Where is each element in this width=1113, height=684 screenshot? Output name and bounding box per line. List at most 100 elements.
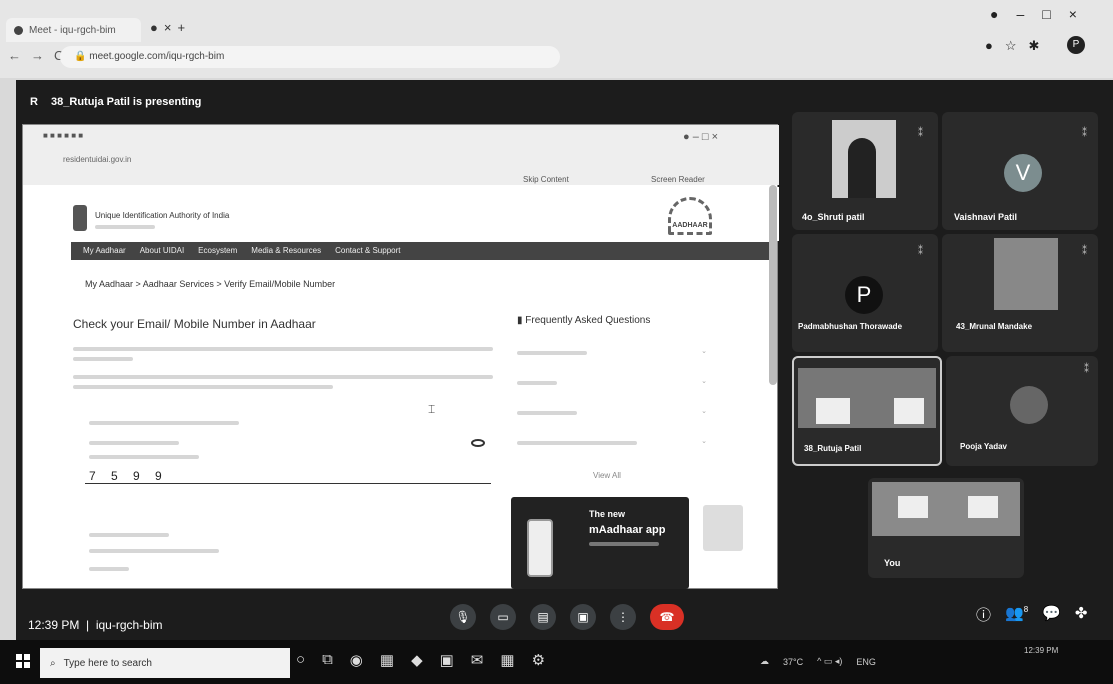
system-tray: ☁ 37°C ^ ▭ ◂) ENG	[760, 656, 876, 667]
profile-avatar[interactable]: P	[1067, 36, 1085, 54]
shared-screen: ■ ■ ■ ■ ■ ■ ● – □ × residentuidai.gov.in…	[22, 124, 779, 589]
field-label	[89, 549, 219, 553]
participant-tile[interactable]: ⁑ Pooja Yadav	[946, 356, 1098, 466]
tray-icons[interactable]: ^ ▭ ◂)	[817, 656, 842, 667]
nav-my-aadhaar: My Aadhaar	[83, 246, 126, 255]
taskbar-search[interactable]: ⌕ Type here to search	[40, 648, 290, 678]
captions-icon[interactable]: ▤	[530, 604, 556, 630]
promo-sub	[589, 542, 659, 546]
participant-tile-active[interactable]: 38_Rutuja Patil	[792, 356, 942, 466]
participant-avatar: P	[845, 276, 883, 314]
text-line	[73, 385, 333, 389]
text-line	[73, 357, 133, 361]
participant-tile[interactable]: ⁑ 43_Mrunal Mandake	[942, 234, 1098, 352]
participant-avatar	[1010, 386, 1048, 424]
page-title: Check your Email/ Mobile Number in Aadha…	[73, 317, 316, 331]
mic-icon[interactable]: 🎙	[450, 604, 476, 630]
inner-link-skip: Skip Content	[523, 175, 569, 184]
mic-muted-icon: ⁑	[918, 128, 923, 139]
participant-tile[interactable]: V ⁑ Vaishnavi Patil	[942, 112, 1098, 230]
eye-icon	[471, 439, 485, 447]
input-underline	[85, 483, 491, 484]
phone-icon	[527, 519, 553, 577]
self-view-tile[interactable]: You	[868, 478, 1024, 578]
present-icon[interactable]: ▣	[570, 604, 596, 630]
window-light	[898, 496, 928, 518]
nav-about: About UIDAI	[139, 246, 185, 255]
cursor-icon: ⌶	[428, 402, 436, 416]
nav-ecosystem: Ecosystem	[198, 246, 238, 255]
azadi-logo	[703, 505, 743, 551]
weather-temp: 37°C	[783, 656, 804, 667]
taskbar-clock[interactable]: 12:39 PM	[1024, 646, 1058, 656]
promo-line2: mAadhaar app	[589, 524, 666, 536]
participant-name: Pooja Yadav	[960, 442, 1007, 451]
window-controls[interactable]: ●–□×	[990, 6, 1095, 22]
presenting-banner: R 38_Rutuja Patil is presenting	[30, 96, 201, 108]
browser-tab[interactable]: Meet - iqu-rgch-bim	[6, 18, 141, 42]
tab-title: Meet - iqu-rgch-bim	[29, 24, 116, 36]
search-placeholder: Type here to search	[63, 657, 152, 669]
text-line	[73, 347, 493, 351]
people-icon[interactable]: 👥8	[1005, 604, 1028, 625]
task-view-icon[interactable]: ⧉	[322, 651, 333, 669]
weather-icon: ☁	[760, 656, 769, 666]
inner-scrollbar	[769, 185, 777, 385]
presenter-initial: R	[30, 96, 38, 108]
faq-item: ⌄	[517, 347, 707, 359]
promo-line1: The new	[589, 509, 626, 519]
breadcrumb: My Aadhaar > Aadhaar Services > Verify E…	[85, 279, 336, 289]
cortana-icon[interactable]: ○	[296, 651, 305, 669]
participant-tile[interactable]: P ⁑ Padmabhushan Thorawade	[792, 234, 938, 352]
app-icon[interactable]: ◆	[411, 651, 423, 669]
settings-icon[interactable]: ⚙	[532, 651, 545, 669]
mic-muted-icon: ⁑	[918, 246, 923, 257]
field-label	[89, 567, 129, 571]
chrome-icon[interactable]: ◉	[350, 651, 363, 669]
faq-item: ⌄	[517, 407, 707, 419]
field-hint	[89, 455, 199, 459]
url-text: meet.google.com/iqu-rgch-bim	[89, 51, 225, 62]
meet-favicon-icon	[14, 25, 23, 35]
participant-name: Vaishnavi Patil	[954, 212, 1018, 222]
uidai-nav: My Aadhaar About UIDAI Ecosystem Media &…	[71, 242, 775, 260]
participant-name: Padmabhushan Thorawade	[798, 322, 903, 331]
field-label	[89, 421, 239, 425]
windows-start-icon[interactable]	[16, 654, 30, 668]
window-light	[816, 398, 850, 424]
faq-item: ⌄	[517, 377, 707, 389]
mobile-number-input: 7 5 9 9	[89, 469, 168, 483]
meeting-time: 12:39 PM	[28, 618, 80, 632]
chat-icon[interactable]: 💬	[1042, 604, 1061, 625]
store-icon[interactable]: ▣	[440, 651, 454, 669]
participant-tile[interactable]: ⁑ 4o_Shruti patil	[792, 112, 938, 230]
aadhaar-logo: AADHAAR	[668, 197, 712, 235]
activities-icon[interactable]: ✤	[1075, 604, 1088, 625]
calendar-icon[interactable]: ▦	[500, 651, 514, 669]
mic-muted-icon: ⁑	[1082, 128, 1087, 139]
org-subtitle	[95, 225, 155, 229]
side-controls: ⓘ 👥8 💬 ✤	[976, 604, 1087, 625]
inner-link-screen-reader: Screen Reader	[651, 175, 705, 184]
inner-url: residentuidai.gov.in	[63, 155, 132, 164]
address-bar[interactable]: 🔒 meet.google.com/iqu-rgch-bim	[60, 46, 560, 68]
meeting-code: iqu-rgch-bim	[95, 618, 163, 632]
end-call-icon[interactable]: ☎	[650, 604, 684, 630]
view-all-link: View All	[593, 471, 621, 480]
inner-browser-bar: ■ ■ ■ ■ ■ ■ ● – □ × residentuidai.gov.in…	[23, 125, 779, 185]
browser-toolbar-icons[interactable]: ●☆✱	[985, 38, 1051, 54]
participant-name: 4o_Shruti patil	[802, 212, 865, 222]
mail-icon[interactable]: ✉	[471, 651, 484, 669]
participant-name: 38_Rutuja Patil	[804, 444, 862, 453]
more-icon[interactable]: ⋮	[610, 604, 636, 630]
info-icon[interactable]: ⓘ	[976, 604, 991, 625]
emblem-icon	[73, 205, 87, 231]
participant-name: You	[884, 558, 901, 568]
org-name: Unique Identification Authority of India	[95, 211, 230, 220]
inner-tab: ■ ■ ■ ■ ■ ■	[43, 131, 84, 140]
participant-video	[994, 238, 1058, 310]
camera-icon[interactable]: ▭	[490, 604, 516, 630]
call-controls: 🎙 ▭ ▤ ▣ ⋮ ☎	[450, 604, 684, 630]
tab-controls[interactable]: ●×+	[150, 20, 191, 35]
files-icon[interactable]: ▦	[380, 651, 394, 669]
